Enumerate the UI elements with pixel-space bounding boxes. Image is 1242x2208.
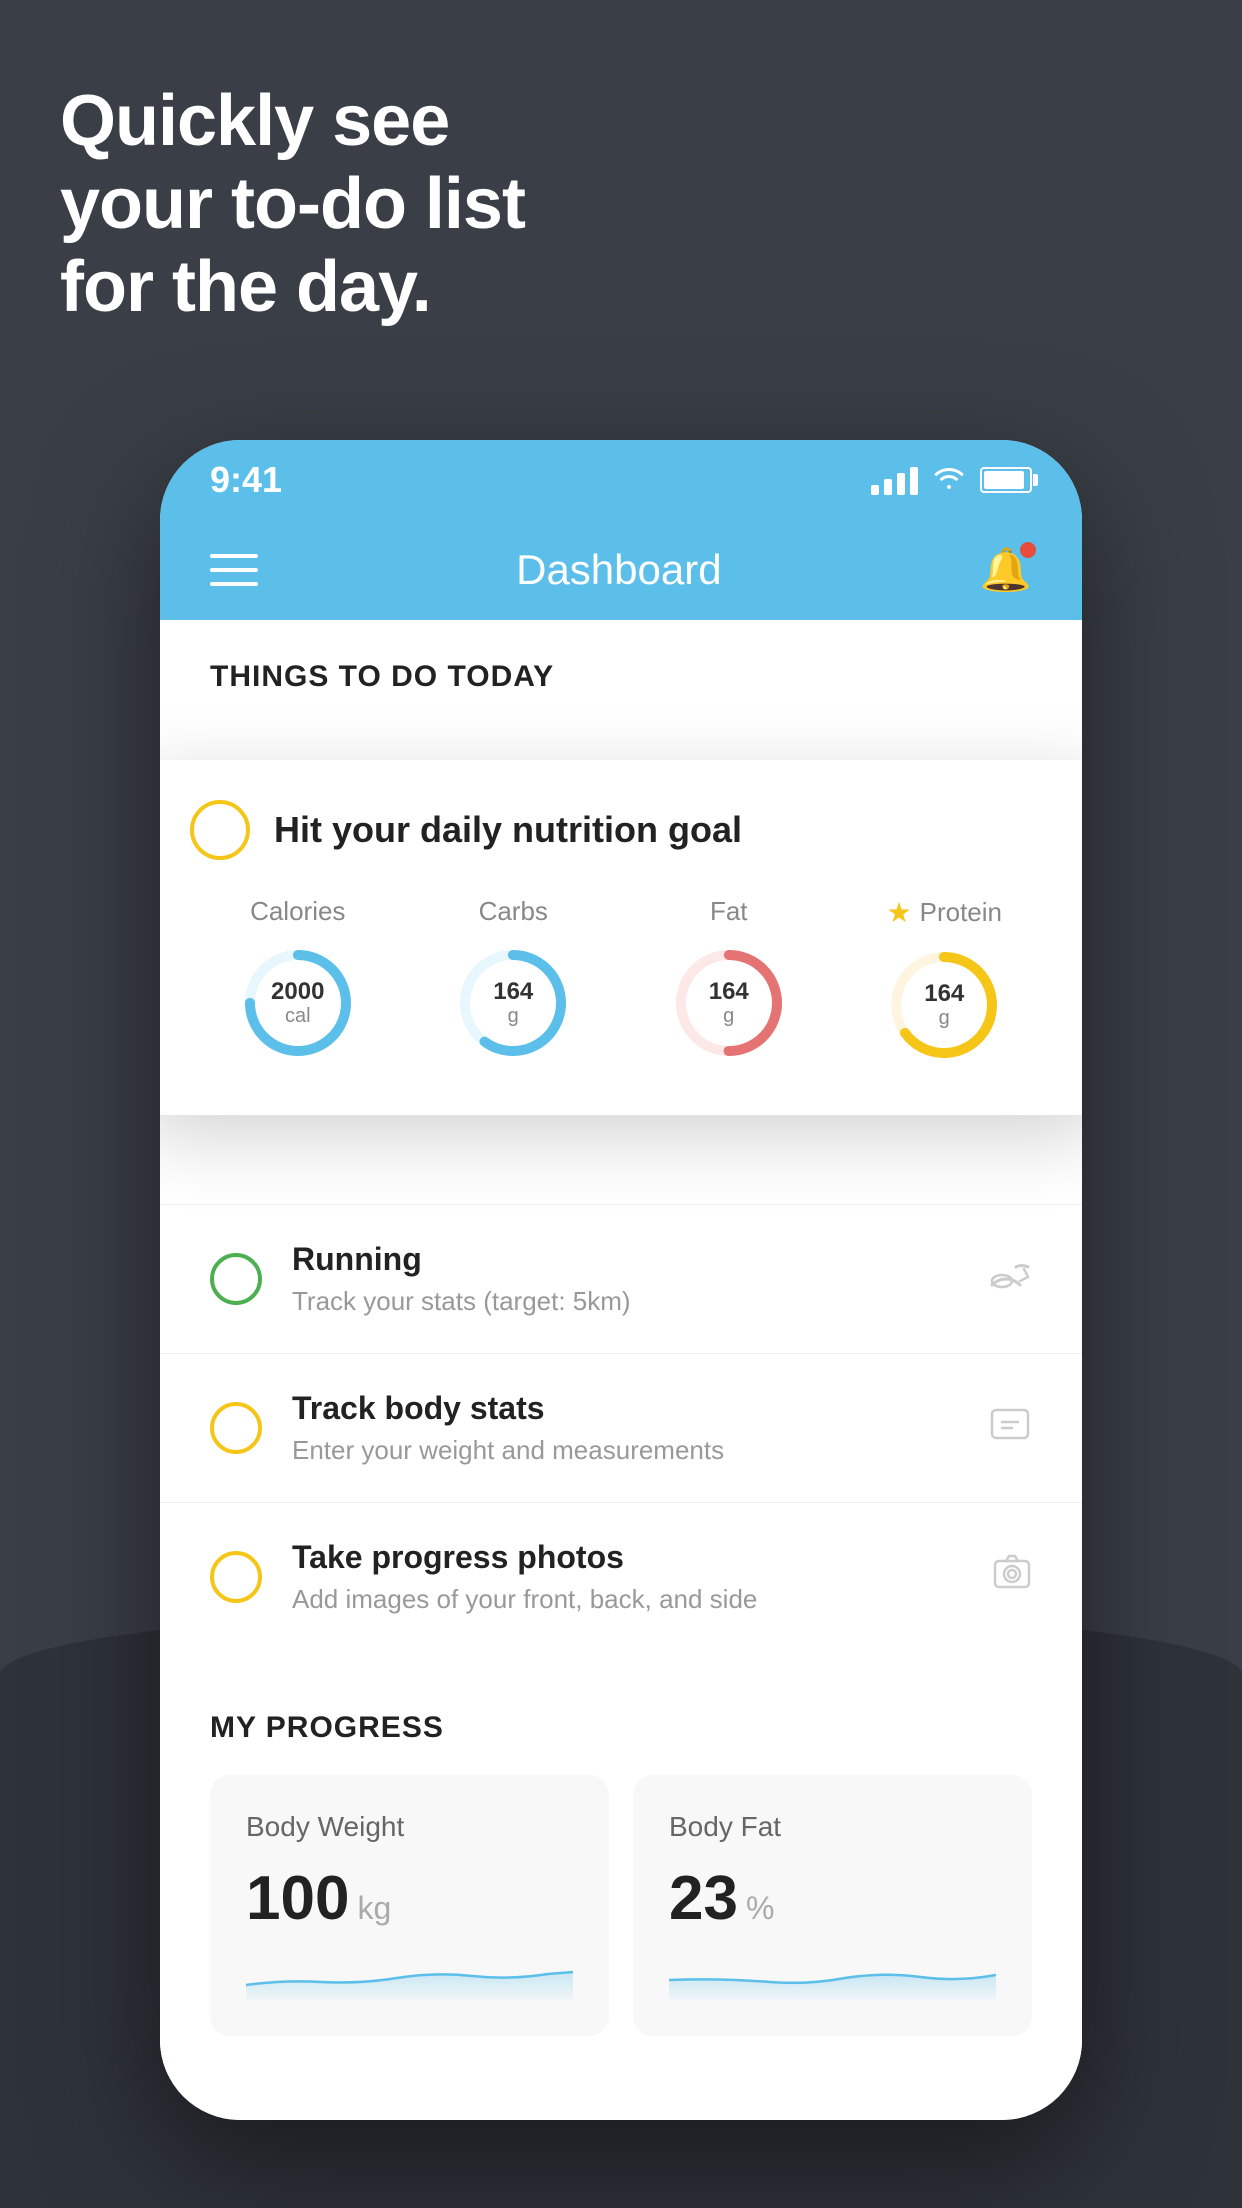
photos-subtitle: Add images of your front, back, and side: [292, 1584, 962, 1615]
nutrition-card-title: Hit your daily nutrition goal: [274, 809, 742, 851]
photo-icon: [992, 1553, 1032, 1602]
signal-icon: [871, 465, 918, 495]
body-weight-value: 100 kg: [246, 1863, 573, 1934]
progress-cards: Body Weight 100 kg: [210, 1775, 1032, 2036]
nutrition-carbs: Carbs 164 g: [453, 896, 573, 1063]
status-time: 9:41: [210, 459, 282, 501]
running-icon: [988, 1257, 1032, 1302]
wifi-icon: [932, 463, 966, 498]
nutrition-card: Hit your daily nutrition goal Calories 2…: [160, 760, 1082, 1115]
todo-body-stats-text: Track body stats Enter your weight and m…: [292, 1390, 958, 1466]
photos-title: Take progress photos: [292, 1539, 962, 1576]
notification-button[interactable]: 🔔: [980, 546, 1032, 595]
carbs-donut: 164 g: [453, 943, 573, 1063]
things-section-title: THINGS TO DO TODAY: [160, 620, 1082, 714]
nutrition-protein: ★ Protein 164 g: [884, 896, 1004, 1065]
fat-label: Fat: [710, 896, 748, 927]
body-stats-checkbox[interactable]: [210, 1402, 262, 1454]
scale-icon: [988, 1404, 1032, 1453]
calories-donut: 2000 cal: [238, 943, 358, 1063]
todo-photos-text: Take progress photos Add images of your …: [292, 1539, 962, 1615]
app-header: Dashboard 🔔: [160, 520, 1082, 620]
protein-value: 164 g: [924, 981, 964, 1029]
progress-section: MY PROGRESS Body Weight 100 kg: [160, 1671, 1082, 2076]
header-title: Dashboard: [516, 546, 721, 594]
fat-value: 164 g: [709, 979, 749, 1027]
status-bar: 9:41: [160, 440, 1082, 520]
nutrition-fat: Fat 164 g: [669, 896, 789, 1063]
star-icon: ★: [887, 896, 912, 929]
body-fat-label: Body Fat: [669, 1811, 996, 1843]
calories-label: Calories: [250, 896, 345, 927]
body-fat-chart: [669, 1950, 996, 2000]
body-stats-title: Track body stats: [292, 1390, 958, 1427]
card-header: Hit your daily nutrition goal: [190, 800, 1052, 860]
body-stats-subtitle: Enter your weight and measurements: [292, 1435, 958, 1466]
todo-running-text: Running Track your stats (target: 5km): [292, 1241, 958, 1317]
hero-text: Quickly see your to-do list for the day.: [60, 80, 525, 328]
photos-checkbox[interactable]: [210, 1551, 262, 1603]
running-title: Running: [292, 1241, 958, 1278]
running-subtitle: Track your stats (target: 5km): [292, 1286, 958, 1317]
running-checkbox[interactable]: [210, 1253, 262, 1305]
todo-running[interactable]: Running Track your stats (target: 5km): [160, 1204, 1082, 1353]
phone-frame: 9:41 Dashboard 🔔: [160, 440, 1082, 2120]
carbs-value: 164 g: [493, 979, 533, 1027]
phone-content: THINGS TO DO TODAY Hit your daily nutrit…: [160, 620, 1082, 2120]
todo-photos[interactable]: Take progress photos Add images of your …: [160, 1502, 1082, 1651]
todo-list: Running Track your stats (target: 5km): [160, 1204, 1082, 1651]
nutrition-checkbox[interactable]: [190, 800, 250, 860]
calories-value: 2000 cal: [271, 979, 324, 1027]
body-weight-card: Body Weight 100 kg: [210, 1775, 609, 2036]
todo-body-stats[interactable]: Track body stats Enter your weight and m…: [160, 1353, 1082, 1502]
protein-donut: 164 g: [884, 945, 1004, 1065]
battery-icon: [980, 467, 1032, 493]
fat-donut: 164 g: [669, 943, 789, 1063]
body-fat-unit: %: [746, 1890, 774, 1927]
notification-dot: [1020, 542, 1036, 558]
body-weight-chart: [246, 1950, 573, 2000]
body-fat-value: 23 %: [669, 1863, 996, 1934]
menu-button[interactable]: [210, 554, 258, 586]
carbs-label: Carbs: [479, 896, 548, 927]
body-weight-label: Body Weight: [246, 1811, 573, 1843]
nutrition-row: Calories 2000 cal Carbs: [190, 896, 1052, 1065]
protein-label: ★ Protein: [887, 896, 1003, 929]
body-weight-unit: kg: [357, 1890, 391, 1927]
status-icons: [871, 463, 1032, 498]
nutrition-calories: Calories 2000 cal: [238, 896, 358, 1063]
body-fat-card: Body Fat 23 %: [633, 1775, 1032, 2036]
progress-title: MY PROGRESS: [210, 1711, 1032, 1745]
